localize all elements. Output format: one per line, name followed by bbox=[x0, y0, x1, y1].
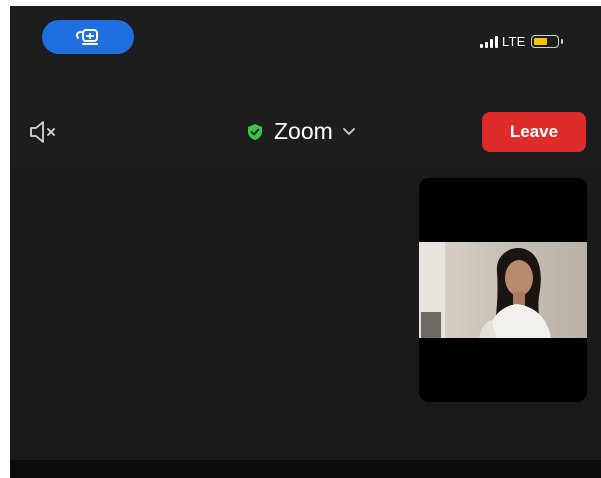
meeting-title-dropdown[interactable]: Zoom bbox=[246, 118, 355, 145]
participant-video-thumbnail[interactable] bbox=[419, 178, 587, 402]
meeting-toolbar: Zoom Leave bbox=[10, 96, 601, 168]
shield-check-icon bbox=[248, 123, 262, 140]
network-type-label: LTE bbox=[502, 34, 526, 49]
battery-icon bbox=[531, 35, 564, 48]
call-status-pill[interactable] bbox=[42, 20, 134, 54]
meeting-title: Zoom bbox=[274, 118, 333, 144]
status-indicators: LTE bbox=[480, 34, 564, 49]
leave-button[interactable]: Leave bbox=[482, 112, 586, 152]
speaker-muted-icon[interactable] bbox=[28, 120, 58, 144]
cellular-signal-icon bbox=[480, 35, 498, 48]
meeting-stage bbox=[10, 168, 601, 460]
meeting-screen: LTE Zoom Leave bbox=[10, 6, 601, 478]
participant-image bbox=[419, 242, 587, 338]
status-bar: LTE bbox=[10, 6, 601, 74]
bottom-bar bbox=[10, 460, 601, 478]
participant-video-feed bbox=[419, 242, 587, 338]
screen-share-icon bbox=[76, 29, 98, 45]
chevron-down-icon bbox=[342, 127, 355, 135]
